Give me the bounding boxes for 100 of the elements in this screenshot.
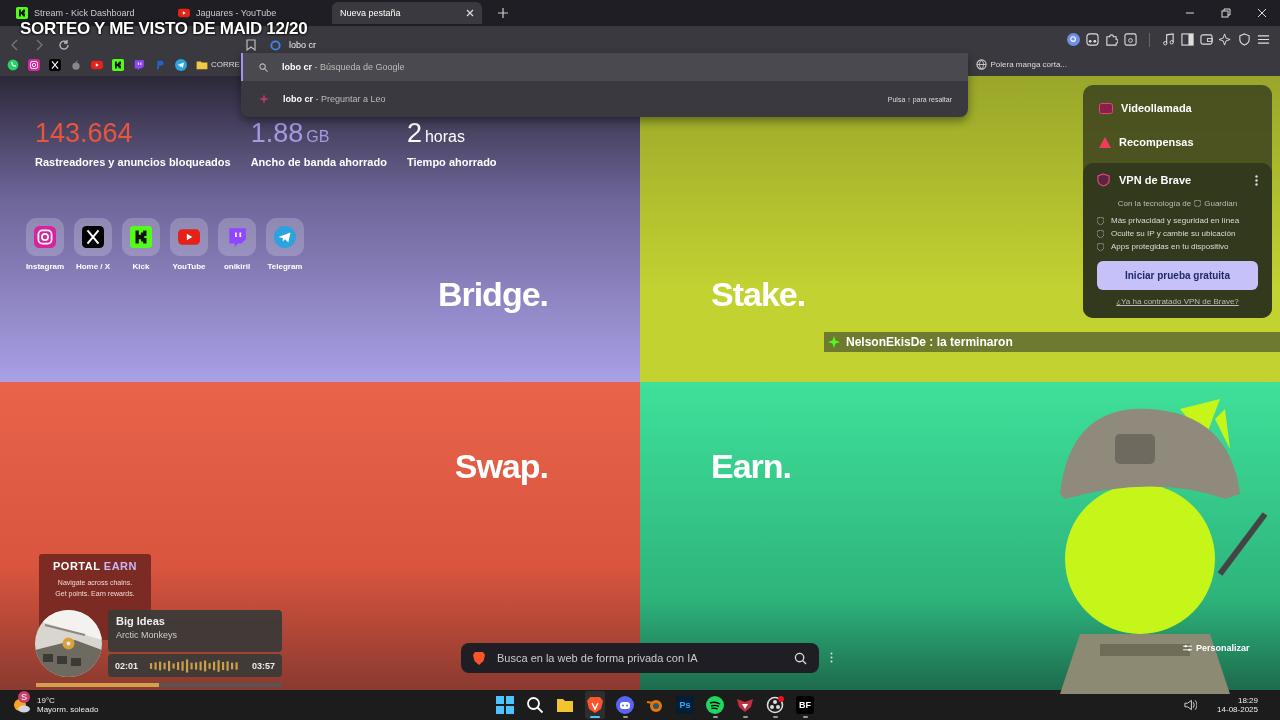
bookmark-link[interactable]	[7, 58, 19, 71]
shortcut-label: Telegram	[267, 262, 303, 271]
address-field[interactable]: lobo cr	[289, 40, 349, 50]
wallet-icon[interactable]	[1200, 33, 1213, 46]
ps-icon[interactable]: Ps	[676, 696, 694, 714]
stream-title: SORTEO Y ME VISTO DE MAID 12/20	[20, 20, 308, 37]
music-note-icon[interactable]	[1162, 33, 1175, 46]
folder-icon	[196, 58, 208, 71]
tab-title: Stream - Kick Dashboard	[34, 8, 136, 18]
ring-icon[interactable]	[766, 696, 784, 714]
song-title: Big Ideas	[116, 615, 166, 627]
total-time: 03:57	[251, 660, 275, 671]
fang-icon[interactable]	[736, 696, 754, 714]
customize-button[interactable]: Personalizar	[1183, 643, 1250, 653]
running-indicator	[742, 716, 748, 718]
bookmark-link[interactable]	[28, 58, 40, 71]
chat-bubble-icon	[226, 226, 248, 248]
close-icon[interactable]	[466, 9, 474, 17]
bookmark-folder[interactable]: CORRE	[196, 58, 240, 71]
g-logo-icon	[270, 39, 281, 51]
shortcut-tile[interactable]	[122, 218, 160, 256]
puzzle-icon[interactable]	[1105, 33, 1118, 46]
folder-icon[interactable]	[556, 696, 574, 714]
speaker-icon[interactable]	[1184, 699, 1198, 711]
k-logo-icon	[130, 226, 152, 248]
more-icon[interactable]	[1255, 174, 1258, 186]
close-icon[interactable]	[1257, 8, 1267, 18]
sound-waves-icon[interactable]	[706, 696, 724, 714]
shortcut-tile[interactable]	[26, 218, 64, 256]
tab-title: Jaguares - YouTube	[196, 8, 278, 18]
trial-button[interactable]: Iniciar prueba gratuita	[1097, 261, 1258, 290]
play-icon	[91, 58, 103, 71]
shortcut-tile[interactable]	[74, 218, 112, 256]
browser-tab[interactable]: Nueva pestaña	[332, 2, 482, 24]
sidebar-icon[interactable]	[1181, 33, 1194, 46]
window-search-icon[interactable]	[1124, 33, 1137, 46]
artist-name: Arctic Monkeys	[116, 630, 178, 640]
stat-label: Rastreadores y anuncios bloqueados	[35, 156, 231, 168]
search-icon[interactable]	[1067, 33, 1080, 46]
bf-icon[interactable]: BF	[796, 696, 814, 714]
stat-label: Ancho de banda ahorrado	[250, 156, 387, 168]
stat-unit: horas	[424, 128, 465, 146]
triangle-icon	[1099, 136, 1111, 148]
controller-face-icon[interactable]	[616, 696, 634, 714]
suggestion-item[interactable]: lobo cr - Búsqueda de Google	[241, 53, 968, 81]
globe-icon	[975, 59, 987, 70]
search-input[interactable]: Busca en la web de forma privada con IA	[495, 651, 784, 665]
suggestion-text: lobo cr - Preguntar a Leo	[283, 94, 386, 104]
stat-value: 1.88	[250, 118, 304, 149]
bookmark-link[interactable]	[175, 58, 187, 71]
menu-icon[interactable]	[1257, 33, 1270, 46]
panel-item[interactable]: Recompensas	[1083, 125, 1272, 159]
reload-icon[interactable]	[58, 39, 70, 51]
tab-title: Nueva pestaña	[340, 8, 402, 18]
running-indicator	[802, 716, 808, 718]
weather-text: Mayorm. soleado	[37, 705, 99, 714]
bookmark-link[interactable]	[91, 58, 103, 71]
bookmark-link[interactable]	[49, 58, 61, 71]
search-icon	[259, 62, 268, 72]
shortcut-tile[interactable]	[218, 218, 256, 256]
tile-title[interactable]: Swap.	[454, 446, 548, 486]
sparkle-icon[interactable]	[1219, 33, 1232, 46]
running-indicator	[772, 716, 778, 718]
shortcut-tile[interactable]	[170, 218, 208, 256]
search-icon[interactable]	[526, 696, 544, 714]
stat-unit: GB	[306, 128, 330, 146]
feature-text: Más privacidad y seguridad en línea	[1111, 216, 1240, 225]
back-icon[interactable]	[10, 39, 20, 51]
windows-icon[interactable]	[496, 696, 514, 714]
sliders-icon	[1183, 644, 1192, 652]
paper-plane-icon	[274, 226, 296, 248]
bookmark-icon[interactable]	[246, 39, 256, 51]
lion-shield-icon	[473, 651, 485, 665]
restore-icon[interactable]	[1221, 8, 1231, 18]
running-indicator	[622, 716, 628, 718]
bookmark-link[interactable]	[112, 58, 124, 71]
taskbar-button[interactable]	[585, 691, 605, 719]
x-icon	[49, 58, 61, 71]
search-field[interactable]: Busca en la web de forma privada con IA	[461, 643, 819, 673]
shortcut-tile[interactable]	[266, 218, 304, 256]
bookmark-link[interactable]: Polera manga corta...	[975, 59, 1067, 70]
search-icon[interactable]	[794, 651, 807, 665]
phone-bubble-icon	[7, 58, 19, 71]
sparkle-icon	[259, 94, 269, 104]
shortcut-label: Instagram	[25, 262, 65, 271]
subscribed-link[interactable]: ¿Ya ha contratado VPN de Brave?	[1097, 297, 1258, 306]
lion-shield-icon[interactable]	[586, 696, 604, 714]
x-icon	[82, 226, 104, 248]
bookmark-link[interactable]	[133, 58, 145, 71]
k-logo-icon	[112, 58, 124, 71]
taskbar-button[interactable]: Ps	[675, 691, 695, 719]
panel-item[interactable]: Videollamada	[1083, 91, 1272, 125]
video-camera-icon	[1099, 102, 1113, 114]
forward-icon[interactable]	[34, 39, 44, 51]
clock[interactable]: 18:29 14-08-2025	[1217, 696, 1258, 714]
plus-icon[interactable]	[498, 8, 508, 18]
glasses-icon[interactable]	[1086, 33, 1099, 46]
notification-badge: S	[18, 691, 30, 703]
shield-icon[interactable]	[1238, 33, 1251, 46]
taskbar-button[interactable]: BF	[795, 691, 815, 719]
